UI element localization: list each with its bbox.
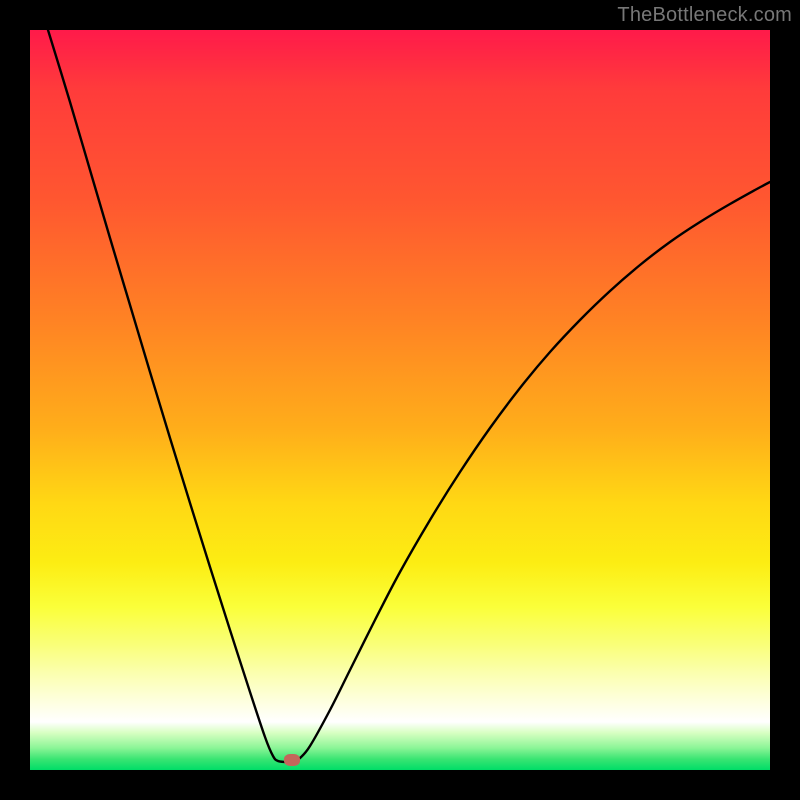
plot-area <box>30 30 770 770</box>
watermark-text: TheBottleneck.com <box>617 4 792 27</box>
curve-svg <box>30 30 770 770</box>
marker-dot <box>284 754 300 766</box>
chart-frame: TheBottleneck.com <box>0 0 800 800</box>
bottleneck-curve <box>48 30 770 762</box>
